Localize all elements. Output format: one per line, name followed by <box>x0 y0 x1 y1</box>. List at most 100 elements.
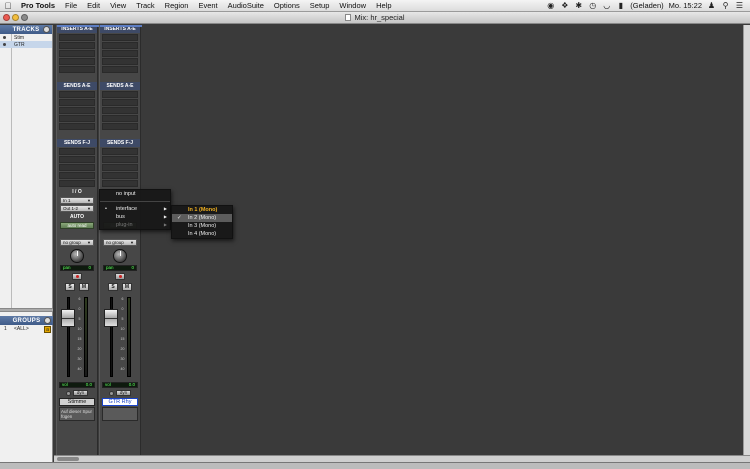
insert-slot[interactable] <box>102 58 138 65</box>
menu-file[interactable]: File <box>60 1 82 10</box>
menu-edit[interactable]: Edit <box>82 1 105 10</box>
send-slot[interactable] <box>102 123 138 130</box>
pan-readout[interactable]: pan 0 <box>60 265 94 271</box>
menu-audiosuite[interactable]: AudioSuite <box>223 1 269 10</box>
menu-window[interactable]: Window <box>334 1 371 10</box>
insert-slot[interactable] <box>102 50 138 57</box>
send-slot[interactable] <box>59 156 95 163</box>
spotlight-icon[interactable]: ⚲ <box>721 1 730 10</box>
menu-item-bus[interactable]: bus ▶ <box>100 213 170 221</box>
track-comment[interactable]: Auf dieser Spur fügen <box>59 407 95 421</box>
apple-menu-icon[interactable]:  <box>0 1 16 11</box>
send-slot[interactable] <box>102 99 138 106</box>
mute-button[interactable]: M <box>122 283 132 291</box>
solo-button[interactable]: S <box>65 283 75 291</box>
menu-region[interactable]: Region <box>160 1 194 10</box>
battery-status[interactable]: (Geladen) <box>630 1 663 10</box>
record-arm-button[interactable] <box>72 273 82 280</box>
dropdown-arrow-icon: ▼ <box>87 240 91 245</box>
menu-event[interactable]: Event <box>193 1 222 10</box>
volume-fader[interactable] <box>104 309 118 327</box>
track-comment[interactable] <box>102 407 138 421</box>
menu-pro-tools[interactable]: Pro Tools <box>16 1 60 10</box>
group-selector[interactable]: no group ▼ <box>60 239 94 246</box>
track-type-icon <box>108 390 114 396</box>
menu-help[interactable]: Help <box>371 1 396 10</box>
menu-item-in4[interactable]: In 4 (Mono) <box>172 230 232 238</box>
input-selector[interactable]: In 1 ▼ <box>60 197 94 204</box>
track-list-row[interactable]: Stim <box>0 34 52 41</box>
bluetooth-icon[interactable]: ✱ <box>574 1 583 10</box>
track-show-dot-icon[interactable] <box>3 36 6 39</box>
solo-button[interactable]: S <box>108 283 118 291</box>
send-slot[interactable] <box>59 115 95 122</box>
insert-slot[interactable] <box>59 66 95 73</box>
send-slot[interactable] <box>59 172 95 179</box>
insert-slot[interactable] <box>59 58 95 65</box>
track-list-row[interactable]: GTR <box>0 41 52 48</box>
output-selector[interactable]: Out 1-2 ▼ <box>60 205 94 212</box>
track-show-dot-icon[interactable] <box>3 43 6 46</box>
menubar-clock[interactable]: Mo. 15:22 <box>669 1 702 10</box>
scroll-thumb[interactable] <box>57 457 79 461</box>
pan-knob[interactable] <box>70 249 84 263</box>
track-name[interactable]: GTR Rhy <box>102 398 138 406</box>
timemachine-icon[interactable]: ◷ <box>588 1 597 10</box>
menu-setup[interactable]: Setup <box>305 1 335 10</box>
dyn-button[interactable]: dyn <box>72 390 89 396</box>
send-slot[interactable] <box>102 115 138 122</box>
send-slot[interactable] <box>59 180 95 187</box>
vertical-scrollbar[interactable] <box>743 25 750 455</box>
send-slot[interactable] <box>102 156 138 163</box>
mute-button[interactable]: M <box>79 283 89 291</box>
send-slot[interactable] <box>59 164 95 171</box>
level-meter <box>84 297 88 377</box>
menu-track[interactable]: Track <box>131 1 159 10</box>
insert-slot[interactable] <box>102 42 138 49</box>
menu-item-interface[interactable]: • interface ▶ <box>100 205 170 213</box>
menu-item-in3[interactable]: In 3 (Mono) <box>172 222 232 230</box>
insert-slot[interactable] <box>59 50 95 57</box>
menu-item-no-input[interactable]: no input <box>100 190 170 198</box>
send-slot[interactable] <box>59 148 95 155</box>
send-slot[interactable] <box>102 148 138 155</box>
horizontal-scrollbar[interactable] <box>54 455 750 462</box>
send-slot[interactable] <box>102 107 138 114</box>
insert-slot[interactable] <box>102 66 138 73</box>
send-slot[interactable] <box>59 91 95 98</box>
record-arm-button[interactable] <box>115 273 125 280</box>
insert-slot[interactable] <box>59 34 95 41</box>
notification-list-icon[interactable]: ☰ <box>735 1 744 10</box>
send-slot[interactable] <box>59 123 95 130</box>
track-name[interactable]: Stimme <box>59 398 95 406</box>
send-slot[interactable] <box>102 164 138 171</box>
eye-icon[interactable]: ◉ <box>546 1 555 10</box>
send-slot[interactable] <box>59 107 95 114</box>
volume-readout[interactable]: vol 0.0 <box>102 382 138 388</box>
insert-slot[interactable] <box>102 34 138 41</box>
panel-divider[interactable] <box>0 308 53 312</box>
pan-knob[interactable] <box>113 249 127 263</box>
menu-options[interactable]: Options <box>269 1 305 10</box>
menu-view[interactable]: View <box>105 1 131 10</box>
menu-item-in2[interactable]: ✓ In 2 (Mono) <box>172 214 232 222</box>
battery-icon[interactable]: ▮ <box>616 1 625 10</box>
send-slot[interactable] <box>102 180 138 187</box>
dropbox-icon[interactable]: ❖ <box>560 1 569 10</box>
groups-panel-menu-button[interactable] <box>44 317 51 324</box>
group-selector[interactable]: no group ▼ <box>103 239 137 246</box>
insert-slot[interactable] <box>59 42 95 49</box>
send-slot[interactable] <box>59 99 95 106</box>
pan-readout[interactable]: pan 0 <box>103 265 137 271</box>
send-slot[interactable] <box>102 91 138 98</box>
group-list-row[interactable]: 1 <ALL> a <box>0 325 53 333</box>
volume-readout[interactable]: vol 0.0 <box>59 382 95 388</box>
volume-fader[interactable] <box>61 309 75 327</box>
send-slot[interactable] <box>102 172 138 179</box>
dyn-button[interactable]: dyn <box>115 390 132 396</box>
user-icon[interactable]: ♟ <box>707 1 716 10</box>
wifi-icon[interactable]: ◡ <box>602 1 611 10</box>
tracks-panel-menu-button[interactable] <box>43 26 50 33</box>
automation-mode-selector[interactable]: auto read <box>60 222 94 229</box>
menu-item-in1[interactable]: In 1 (Mono) <box>172 206 232 214</box>
